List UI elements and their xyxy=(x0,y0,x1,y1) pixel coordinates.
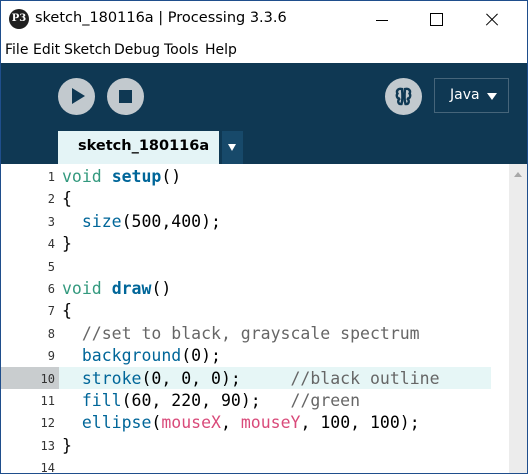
code-line[interactable]: stroke(0, 0, 0); //black outline xyxy=(62,368,440,390)
line-number[interactable]: 9 xyxy=(1,345,55,367)
stop-button[interactable] xyxy=(107,78,144,115)
vertical-scrollbar[interactable] xyxy=(509,164,527,473)
code-line[interactable]: background(0); xyxy=(62,345,221,367)
code-token: void xyxy=(62,167,102,186)
line-number[interactable]: 8 xyxy=(1,323,55,345)
line-number[interactable]: 12 xyxy=(1,412,55,434)
line-number[interactable]: 4 xyxy=(1,233,55,255)
code-token: stroke xyxy=(81,368,142,388)
tab-strip: sketch_180116a xyxy=(1,131,527,164)
chevron-down-icon xyxy=(487,93,497,100)
code-line[interactable]: } xyxy=(62,233,72,255)
code-line[interactable]: ellipse(mouseX, mouseY, 100, 100); xyxy=(62,412,420,434)
menu-sketch[interactable]: Sketch xyxy=(64,42,111,58)
minimize-icon[interactable] xyxy=(359,1,405,39)
code-token: mouseY xyxy=(240,413,301,433)
code-token: size xyxy=(81,211,122,231)
line-number[interactable]: 7 xyxy=(1,300,55,322)
mode-selector[interactable]: Java xyxy=(434,78,509,113)
code-token: } xyxy=(62,435,72,455)
code-token: } xyxy=(62,234,72,254)
code-token: //set to black, grayscale spectrum xyxy=(62,323,420,343)
line-number[interactable]: 6 xyxy=(1,278,55,300)
debugger-button[interactable] xyxy=(385,78,422,115)
code-line[interactable]: fill(60, 220, 90); //green xyxy=(62,390,360,412)
line-number[interactable]: 1 xyxy=(1,166,55,188)
menu-tools[interactable]: Tools xyxy=(164,42,199,58)
code-token: { xyxy=(62,301,72,321)
tab-menu-button[interactable] xyxy=(222,131,243,164)
menu-debug[interactable]: Debug xyxy=(114,42,160,58)
code-line[interactable]: { xyxy=(62,188,72,210)
code-line[interactable]: //set to black, grayscale spectrum xyxy=(62,323,420,345)
maximize-icon[interactable] xyxy=(413,1,459,39)
line-number[interactable]: 14 xyxy=(1,457,55,473)
tab-label: sketch_180116a xyxy=(78,138,210,154)
menu-file[interactable]: File xyxy=(5,42,28,58)
code-token: (0, 0, 0); xyxy=(141,368,291,388)
processing-app-icon: P3 xyxy=(9,9,29,29)
code-token: setup xyxy=(111,167,162,186)
code-token: , 100, 100); xyxy=(300,413,420,433)
code-token: (500,400); xyxy=(121,211,221,231)
line-number[interactable]: 3 xyxy=(1,211,55,233)
code-token: () xyxy=(161,167,182,186)
run-button[interactable] xyxy=(58,78,95,115)
code-token: mouseX xyxy=(161,413,221,433)
menu-edit[interactable]: Edit xyxy=(33,42,60,58)
code-token: //black outline xyxy=(290,368,440,388)
code-line[interactable]: } xyxy=(62,435,72,457)
menu-bar: File Edit Sketch Debug Tools Help xyxy=(1,39,527,63)
code-token: { xyxy=(62,189,72,209)
code-line[interactable]: void setup() xyxy=(62,166,181,188)
close-icon[interactable] xyxy=(469,1,515,39)
code-line[interactable]: { xyxy=(62,300,72,322)
chevron-down-icon xyxy=(228,144,236,151)
tab-sketch[interactable]: sketch_180116a xyxy=(58,131,219,164)
line-number[interactable]: 11 xyxy=(1,390,55,412)
code-token: //green xyxy=(290,391,361,410)
code-line[interactable]: size(500,400); xyxy=(62,211,221,233)
line-number[interactable]: 13 xyxy=(1,435,55,457)
code-token: (60, 220, 90); xyxy=(121,391,291,410)
stop-icon xyxy=(119,90,132,103)
code-token: background xyxy=(81,346,182,366)
scroll-up-arrow-icon[interactable] xyxy=(514,172,522,177)
code-token: () xyxy=(151,279,172,298)
menu-help[interactable]: Help xyxy=(205,42,237,58)
code-line[interactable]: void draw() xyxy=(62,278,171,300)
line-number[interactable]: 2 xyxy=(1,188,55,210)
code-token: ( xyxy=(151,413,162,433)
code-token: , xyxy=(220,413,241,433)
line-number[interactable]: 10 xyxy=(1,368,55,390)
mode-label: Java xyxy=(450,87,480,103)
window-title: sketch_180116a | Processing 3.3.6 xyxy=(35,10,287,26)
play-icon xyxy=(72,88,85,104)
toolbar: Java xyxy=(1,63,527,131)
code-token: (0); xyxy=(181,346,221,366)
line-number[interactable]: 5 xyxy=(1,256,55,278)
butterfly-debugger-icon xyxy=(395,87,412,106)
code-token: fill xyxy=(81,391,122,410)
processing-window: P3 sketch_180116a | Processing 3.3.6 Fil… xyxy=(0,0,528,474)
title-bar[interactable]: P3 sketch_180116a | Processing 3.3.6 xyxy=(1,1,527,39)
code-token: ellipse xyxy=(81,413,152,433)
code-token: void xyxy=(62,279,102,298)
code-token: draw xyxy=(111,279,152,298)
